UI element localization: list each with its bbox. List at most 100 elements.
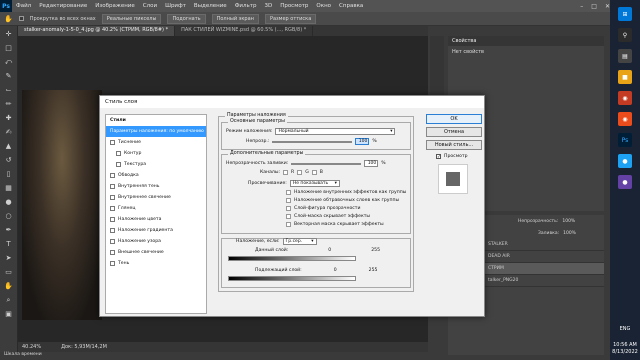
history-brush-icon[interactable]: ↺ — [4, 155, 14, 165]
stamp-tool-icon[interactable]: ▲ — [4, 141, 14, 151]
firefox-icon[interactable]: ◉ — [618, 112, 632, 126]
option-checkbox[interactable] — [286, 206, 291, 211]
style-checkbox[interactable] — [110, 250, 115, 255]
blend-if-select[interactable]: Гр.сер. ▾ — [282, 238, 317, 245]
layer-opacity-value[interactable]: 100% — [562, 219, 575, 224]
channel-g-checkbox[interactable] — [297, 170, 303, 175]
this-layer-gradient-slider[interactable] — [228, 256, 356, 261]
style-checkbox[interactable] — [110, 206, 115, 211]
style-item-contour[interactable]: Контур — [106, 148, 206, 159]
task-view-icon[interactable]: ▤ — [618, 49, 632, 63]
style-checkbox[interactable] — [110, 184, 115, 189]
blend-mode-select[interactable]: Нормальный ▾ — [275, 128, 396, 135]
fill-opacity-slider[interactable] — [291, 162, 362, 165]
move-tool-icon[interactable]: ✛ — [4, 29, 14, 39]
healing-tool-icon[interactable]: ✚ — [4, 113, 14, 123]
browser-icon[interactable]: ◉ — [618, 91, 632, 105]
menu-window[interactable]: Окно — [312, 3, 335, 9]
style-checkbox[interactable] — [110, 261, 115, 266]
style-checkbox[interactable] — [110, 195, 115, 200]
eyedropper-tool-icon[interactable]: ✏ — [4, 99, 14, 109]
menu-edit[interactable]: Редактирование — [35, 3, 91, 9]
print-size-button[interactable]: Размер оттиска — [264, 13, 317, 24]
zoom-tool-icon[interactable]: ⌕ — [4, 295, 14, 305]
shape-tool-icon[interactable]: ▭ — [4, 267, 14, 277]
menu-filter[interactable]: Фильтр — [231, 3, 261, 9]
hand-tool-icon[interactable]: ✋ — [4, 281, 14, 291]
menu-select[interactable]: Выделение — [190, 3, 231, 9]
app-icon[interactable]: ● — [618, 154, 632, 168]
style-checkbox[interactable] — [110, 217, 115, 222]
style-item-gradient-overlay[interactable]: Наложение градиента — [106, 225, 206, 236]
scroll-all-checkbox[interactable] — [18, 16, 24, 21]
menu-help[interactable]: Справка — [335, 3, 367, 9]
menu-layers[interactable]: Слои — [139, 3, 161, 9]
channel-r-checkbox[interactable] — [283, 170, 289, 175]
blur-tool-icon[interactable]: ● — [4, 197, 14, 207]
search-icon[interactable]: ⚲ — [618, 28, 632, 42]
eraser-tool-icon[interactable]: ▯ — [4, 169, 14, 179]
channel-b-checkbox[interactable] — [311, 170, 317, 175]
option-checkbox[interactable] — [286, 222, 291, 227]
style-checkbox[interactable] — [116, 162, 121, 167]
timeline-tab[interactable]: Шкала времени — [0, 352, 430, 360]
style-item-bevel[interactable]: Тиснение — [106, 137, 206, 148]
style-checkbox[interactable] — [116, 151, 121, 156]
clock[interactable]: 10:56 AM 8/13/2022 — [612, 342, 638, 356]
style-checkbox[interactable] — [110, 239, 115, 244]
real-pixels-button[interactable]: Реальные пикселы — [101, 13, 162, 24]
preview-checkbox[interactable]: ✓ — [436, 154, 441, 160]
tab-style-pack[interactable]: ПАК СТИЛЕЙ WIZMINE.psd @ 60.5% (..., RGB… — [175, 26, 314, 36]
pen-tool-icon[interactable]: ✒ — [4, 225, 14, 235]
properties-title[interactable]: Свойства — [448, 36, 604, 46]
new-style-button[interactable]: Новый стиль... — [426, 140, 482, 150]
style-checkbox[interactable] — [110, 140, 115, 145]
file-explorer-icon[interactable]: ■ — [618, 70, 632, 84]
style-item-pattern-overlay[interactable]: Наложение узора — [106, 236, 206, 247]
layer-fill-value[interactable]: 100% — [563, 231, 576, 236]
underlying-gradient-slider[interactable] — [228, 276, 356, 281]
style-checkbox[interactable] — [110, 173, 115, 178]
dodge-tool-icon[interactable]: ○ — [4, 211, 14, 221]
tab-stalker[interactable]: stalker-anomaly-1-5-0_4.jpg @ 40.2% (СТР… — [18, 26, 176, 36]
lasso-tool-icon[interactable]: ⤺ — [4, 57, 14, 67]
path-select-tool-icon[interactable]: ➤ — [4, 253, 14, 263]
brush-tool-icon[interactable]: ✍ — [4, 127, 14, 137]
style-item-inner-glow[interactable]: Внутреннее свечение — [106, 192, 206, 203]
menu-file[interactable]: Файл — [12, 3, 35, 9]
opacity-input[interactable]: 100 — [355, 138, 370, 145]
color-swatches-icon[interactable]: ▣ — [4, 309, 14, 319]
full-screen-button[interactable]: Полный экран — [211, 13, 259, 24]
cancel-button[interactable]: Отмена — [426, 127, 482, 137]
app-icon[interactable]: ● — [618, 175, 632, 189]
style-item-color-overlay[interactable]: Наложение цвета — [106, 214, 206, 225]
language-indicator[interactable]: ENG — [620, 326, 631, 332]
styles-header[interactable]: Стили — [106, 115, 206, 126]
type-tool-icon[interactable]: T — [4, 239, 14, 249]
style-item-outer-glow[interactable]: Внешнее свечение — [106, 247, 206, 258]
option-checkbox[interactable] — [286, 190, 291, 195]
gradient-tool-icon[interactable]: ▦ — [4, 183, 14, 193]
crop-tool-icon[interactable]: ⌙ — [4, 85, 14, 95]
style-item-texture[interactable]: Текстура — [106, 159, 206, 170]
style-item-inner-shadow[interactable]: Внутренняя тень — [106, 181, 206, 192]
style-item-satin[interactable]: Глянец — [106, 203, 206, 214]
option-checkbox[interactable] — [286, 198, 291, 203]
menu-view[interactable]: Просмотр — [276, 3, 312, 9]
ok-button[interactable]: OK — [426, 114, 482, 124]
knockout-select[interactable]: Не показывать ▾ — [289, 180, 340, 187]
fit-button[interactable]: Подогнать — [167, 13, 206, 24]
style-item-stroke[interactable]: Обводка — [106, 170, 206, 181]
quick-select-tool-icon[interactable]: ✎ — [4, 71, 14, 81]
menu-3d[interactable]: 3D — [260, 3, 276, 9]
option-checkbox[interactable] — [286, 214, 291, 219]
windows-start-icon[interactable]: ⊞ — [618, 7, 632, 21]
maximize-icon[interactable]: □ — [591, 3, 597, 10]
zoom-level[interactable]: 40.24% — [22, 344, 41, 350]
menu-image[interactable]: Изображение — [91, 3, 139, 9]
fill-opacity-input[interactable]: 100 — [364, 160, 379, 167]
style-checkbox[interactable] — [110, 228, 115, 233]
photoshop-taskbar-icon[interactable]: Ps — [618, 133, 632, 147]
minimize-icon[interactable]: – — [580, 3, 583, 10]
menu-type[interactable]: Шрифт — [161, 3, 190, 9]
